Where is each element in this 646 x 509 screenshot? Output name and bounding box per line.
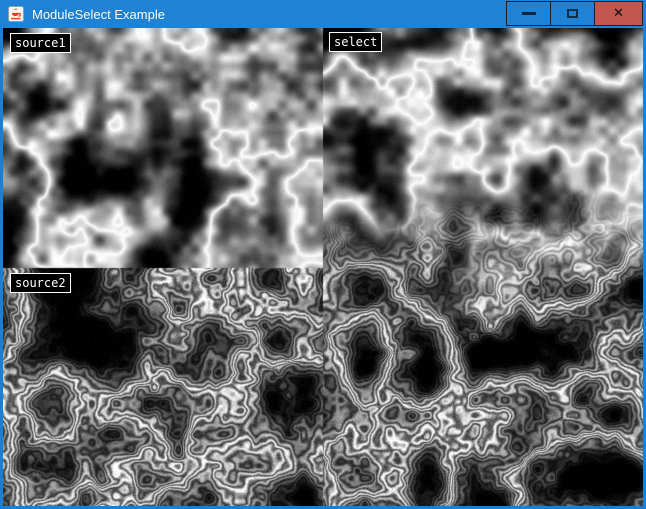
minimize-button[interactable] <box>506 1 551 26</box>
render-area: source1 select source2 <box>3 28 643 506</box>
window-title: ModuleSelect Example <box>32 7 165 22</box>
noise-render-canvas <box>3 28 643 506</box>
close-button[interactable]: ✕ <box>594 1 643 26</box>
source2-label: source2 <box>10 273 71 293</box>
close-icon: ✕ <box>613 7 624 20</box>
select-label: select <box>329 32 382 52</box>
source1-label: source1 <box>10 33 71 53</box>
maximize-button[interactable] <box>550 1 595 26</box>
minimize-icon <box>522 12 536 15</box>
java-coffee-cup-icon <box>8 6 24 22</box>
maximize-icon <box>567 9 578 18</box>
app-window: ModuleSelect Example ✕ source1 select so… <box>0 0 646 509</box>
titlebar[interactable]: ModuleSelect Example ✕ <box>0 0 646 28</box>
window-controls: ✕ <box>507 1 643 26</box>
